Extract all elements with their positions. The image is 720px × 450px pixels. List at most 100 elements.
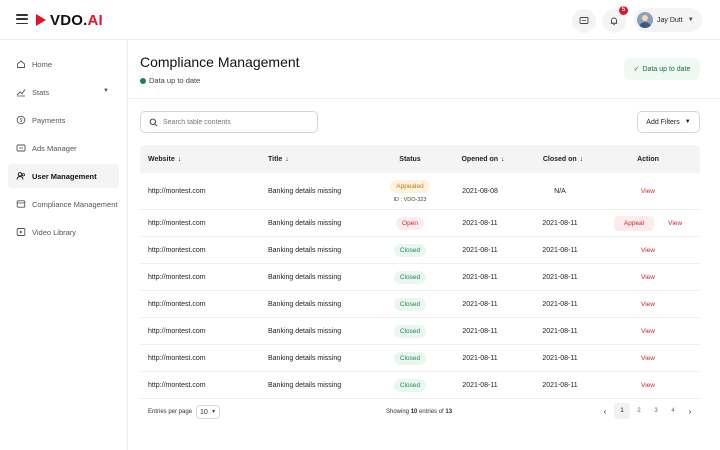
pagination: ‹ 1 2 3 4 › bbox=[596, 403, 698, 419]
page-button[interactable]: 1 bbox=[614, 403, 630, 419]
cell-status: Closed bbox=[370, 372, 450, 398]
view-link[interactable]: View bbox=[641, 328, 655, 335]
column-header-title[interactable]: Title ↓ bbox=[268, 145, 289, 173]
ads-icon bbox=[16, 143, 26, 153]
cell-closed-on: 2021-08-11 bbox=[542, 327, 578, 335]
sort-arrow-icon: ↓ bbox=[579, 155, 584, 163]
cell-website[interactable]: http://montest.com bbox=[148, 173, 206, 209]
add-filters-button[interactable]: Add Filters ▼ bbox=[637, 111, 700, 133]
cell-opened-on: 2021-08-11 bbox=[462, 219, 498, 227]
cell-website[interactable]: http://montest.com bbox=[148, 237, 206, 263]
column-header-website[interactable]: Website ↓ bbox=[148, 145, 181, 173]
svg-text:$: $ bbox=[20, 118, 23, 124]
cell-action: View bbox=[596, 291, 700, 317]
cell-website[interactable]: http://montest.com bbox=[148, 372, 206, 398]
chevron-down-icon: ▼ bbox=[211, 409, 217, 415]
page-button[interactable]: 3 bbox=[648, 403, 664, 419]
entries-per-page: Entries per page 10 ▼ bbox=[148, 405, 221, 419]
menu-icon[interactable] bbox=[16, 14, 28, 25]
search-box[interactable] bbox=[140, 111, 318, 133]
cell-website[interactable]: http://montest.com bbox=[148, 264, 206, 290]
column-label: Action bbox=[637, 155, 659, 163]
status-badge: Closed bbox=[393, 351, 427, 365]
table-body: http://montest.com Banking details missin… bbox=[140, 173, 700, 399]
view-link[interactable]: View bbox=[641, 274, 655, 281]
brand-logo[interactable]: VDO.AI bbox=[36, 11, 103, 29]
view-link[interactable]: View bbox=[641, 247, 655, 254]
cell-title: Banking details missing bbox=[268, 327, 342, 335]
showing-count: 10 bbox=[410, 409, 418, 415]
column-header-status: Status bbox=[370, 145, 450, 173]
per-page-select[interactable]: 10 ▼ bbox=[196, 405, 221, 419]
dollar-icon: $ bbox=[16, 115, 26, 125]
sidebar-item-stats[interactable]: Stats ▼ bbox=[8, 80, 119, 104]
user-name: Jay Dutt bbox=[657, 16, 683, 24]
sidebar-item-label: Ads Manager bbox=[32, 143, 77, 153]
table-row: http://montest.com Banking details missin… bbox=[140, 210, 700, 237]
users-icon bbox=[16, 171, 26, 181]
column-header-opened-on[interactable]: Opened on ↓ bbox=[450, 145, 516, 173]
page-button[interactable]: 4 bbox=[665, 403, 681, 419]
next-page-icon[interactable]: › bbox=[682, 403, 698, 419]
per-page-value: 10 bbox=[200, 408, 208, 416]
sidebar-item-label: Video Library bbox=[32, 227, 77, 237]
cell-title: Banking details missing bbox=[268, 381, 342, 389]
cell-closed-on: 2021-08-11 bbox=[542, 354, 578, 362]
search-input[interactable] bbox=[163, 118, 313, 126]
showing-summary: Showing 10 entries of 13 bbox=[386, 409, 452, 415]
showing-prefix: Showing bbox=[386, 409, 410, 415]
prev-page-icon[interactable]: ‹ bbox=[597, 403, 613, 419]
column-header-closed-on[interactable]: Closed on ↓ bbox=[530, 145, 596, 173]
sidebar-item-compliance-management[interactable]: Compliance Management bbox=[8, 192, 119, 216]
up-to-date-label: Data up to date bbox=[642, 65, 691, 73]
sidebar-item-ads-manager[interactable]: Ads Manager bbox=[8, 136, 119, 160]
column-label: Status bbox=[399, 155, 421, 163]
notifications-button[interactable]: 5 bbox=[602, 6, 628, 33]
user-menu[interactable]: Jay Dutt ▼ bbox=[634, 8, 702, 32]
sidebar-item-video-library[interactable]: Video Library bbox=[8, 220, 119, 244]
status-badge: Open bbox=[396, 216, 424, 230]
sidebar-item-label: Payments bbox=[32, 115, 66, 125]
cell-action: View bbox=[596, 345, 700, 371]
sidebar-item-payments[interactable]: $ Payments bbox=[8, 108, 119, 132]
cell-website[interactable]: http://montest.com bbox=[148, 318, 206, 344]
sidebar-item-user-management[interactable]: User Management bbox=[8, 164, 119, 188]
cell-opened-on: 2021-08-11 bbox=[462, 246, 498, 254]
compliance-table: Website ↓ Title ↓ Status Opened on ↓ Closed… bbox=[140, 145, 700, 399]
main-content: Compliance Management Data up to date ✓ … bbox=[128, 40, 720, 450]
status-badge: Closed bbox=[393, 324, 427, 338]
view-link[interactable]: View bbox=[641, 188, 655, 195]
up-to-date-badge: ✓ Data up to date bbox=[624, 58, 700, 80]
cell-status: Closed bbox=[370, 318, 450, 344]
cell-website[interactable]: http://montest.com bbox=[148, 210, 206, 236]
view-link[interactable]: View bbox=[641, 301, 655, 308]
chart-icon bbox=[16, 87, 26, 97]
sidebar-item-label: Compliance Management bbox=[32, 199, 118, 209]
column-label: Title bbox=[268, 155, 283, 163]
brand-name: VDO.AI bbox=[50, 11, 103, 29]
cell-closed-on: 2021-08-11 bbox=[542, 300, 578, 308]
avatar bbox=[637, 12, 653, 28]
status-badge: Appealed bbox=[390, 179, 430, 193]
home-icon bbox=[16, 59, 26, 69]
page-button[interactable]: 2 bbox=[631, 403, 647, 419]
cell-title: Banking details missing bbox=[268, 246, 342, 254]
view-link[interactable]: View bbox=[668, 220, 682, 227]
sidebar-item-home[interactable]: Home bbox=[8, 52, 119, 76]
divider bbox=[128, 98, 720, 99]
messages-button[interactable] bbox=[572, 9, 596, 33]
appeal-button[interactable]: Appeal bbox=[613, 215, 655, 231]
cell-website[interactable]: http://montest.com bbox=[148, 345, 206, 371]
chevron-down-icon: ▼ bbox=[687, 17, 694, 23]
compliance-icon bbox=[16, 199, 26, 209]
view-link[interactable]: View bbox=[641, 355, 655, 362]
cell-website[interactable]: http://montest.com bbox=[148, 291, 206, 317]
status-dot-icon bbox=[140, 77, 146, 84]
view-link[interactable]: View bbox=[641, 382, 655, 389]
cell-action: View bbox=[596, 318, 700, 344]
sort-arrow-icon: ↓ bbox=[285, 155, 289, 163]
table-row: http://montest.com Banking details missin… bbox=[140, 237, 700, 264]
chevron-down-icon: ▼ bbox=[103, 88, 109, 94]
bell-icon bbox=[610, 17, 618, 26]
column-label: Closed on bbox=[542, 155, 577, 163]
